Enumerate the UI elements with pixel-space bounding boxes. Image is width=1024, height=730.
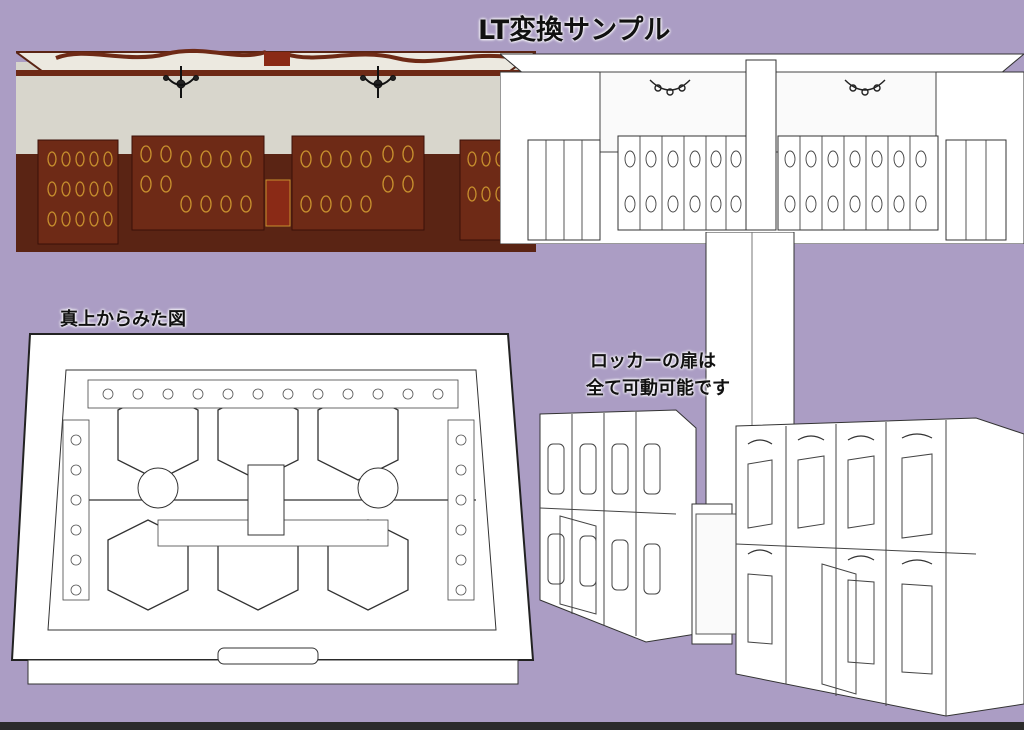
locker-note-line-1: ロッカーの扉は (590, 351, 716, 372)
lineart-room-render (500, 44, 1024, 244)
top-view-render (8, 330, 538, 690)
top-view-label: 真上からみた図 (60, 309, 186, 330)
bottom-bar (0, 722, 1024, 730)
color-room-render (16, 44, 536, 254)
locker-note-line-2: 全て可動可能です (586, 378, 730, 399)
locker-closeup-render (536, 404, 1024, 722)
page-title: LT変換サンプル (478, 15, 671, 46)
